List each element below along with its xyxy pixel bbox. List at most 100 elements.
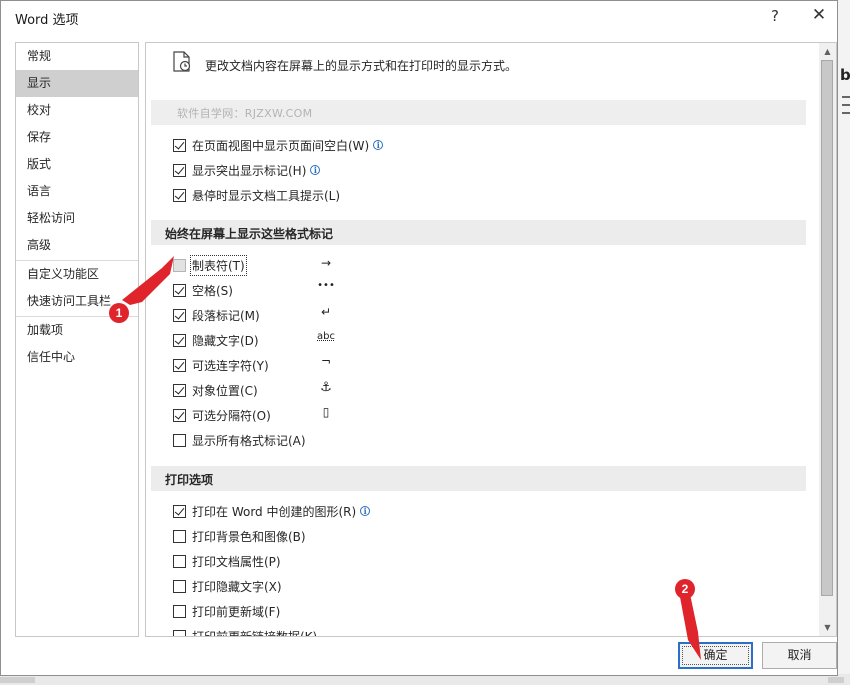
checkbox[interactable] xyxy=(173,188,186,202)
optional-break-icon: ▯ xyxy=(322,405,330,419)
option-label: 打印文档属性(P) xyxy=(192,554,281,569)
mark-optional-hyphens[interactable]: 可选连字符(Y) xyxy=(173,355,269,375)
background-dash xyxy=(842,104,850,106)
mark-optional-breaks[interactable]: 可选分隔符(O) xyxy=(173,405,271,425)
background-segment xyxy=(828,677,844,683)
scroll-down-icon[interactable]: ▼ xyxy=(819,619,836,636)
section-print-options: 打印选项 xyxy=(151,466,806,491)
nav-item-customize-ribbon[interactable]: 自定义功能区 xyxy=(16,261,138,288)
checkbox[interactable] xyxy=(173,629,186,636)
section-format-marks: 始终在屏幕上显示这些格式标记 xyxy=(151,220,806,245)
option-label: 可选分隔符(O) xyxy=(192,408,271,423)
option-label: 隐藏文字(D) xyxy=(192,333,259,348)
checkbox[interactable] xyxy=(173,258,186,272)
checkbox[interactable] xyxy=(173,358,186,372)
watermark-bar: 软件自学网：RJZXW.COM xyxy=(151,100,806,125)
section-heading: 始终在屏幕上显示这些格式标记 xyxy=(165,227,334,241)
title-bar: Word 选项 ? ✕ xyxy=(1,1,837,33)
option-label: 对象位置(C) xyxy=(192,383,258,398)
option-label: 打印隐藏文字(X) xyxy=(192,579,282,594)
hidden-text-icon: abc xyxy=(317,331,335,342)
annotation-badge-1: 1 xyxy=(109,303,129,323)
checkbox[interactable] xyxy=(173,433,186,447)
background-window-right: b xyxy=(838,0,850,685)
nav-item-advanced[interactable]: 高级 xyxy=(16,232,138,259)
mark-paragraph[interactable]: 段落标记(M) xyxy=(173,305,260,325)
mark-hidden-text[interactable]: 隐藏文字(D) xyxy=(173,330,259,350)
checkbox[interactable] xyxy=(173,333,186,347)
optional-hyphen-icon: ¬ xyxy=(320,354,332,368)
option-label: 可选连字符(Y) xyxy=(192,358,269,373)
checkbox[interactable] xyxy=(173,163,186,177)
checkbox[interactable] xyxy=(173,554,186,568)
option-label: 显示所有格式标记(A) xyxy=(192,433,306,448)
print-update-fields[interactable]: 打印前更新域(F) xyxy=(173,601,280,621)
tab-arrow-icon: → xyxy=(320,256,332,270)
close-button[interactable]: ✕ xyxy=(809,5,829,27)
space-dots-icon: ••• xyxy=(317,280,335,291)
print-drawings[interactable]: 打印在 Word 中创建的图形(R) i xyxy=(173,501,371,521)
info-icon: i xyxy=(373,140,384,150)
display-doc-icon xyxy=(173,51,191,72)
print-update-links[interactable]: 打印前更新链接数据(K) xyxy=(173,626,318,637)
anchor-icon: ⚓ xyxy=(320,380,332,395)
checkbox[interactable] xyxy=(173,283,186,297)
mark-tab-characters[interactable]: 制表符(T) xyxy=(173,254,247,276)
checkbox[interactable] xyxy=(173,408,186,422)
option-label: 在页面视图中显示页面间空白(W) xyxy=(192,138,370,153)
background-dash xyxy=(842,96,850,98)
scroll-thumb[interactable] xyxy=(821,60,833,596)
paragraph-mark-icon: ↵ xyxy=(320,305,332,319)
option-show-tooltips[interactable]: 悬停时显示文档工具提示(L) xyxy=(173,185,340,205)
checkbox[interactable] xyxy=(173,138,186,152)
nav-item-accessibility[interactable]: 轻松访问 xyxy=(16,205,138,232)
nav-item-proofing[interactable]: 校对 xyxy=(16,97,138,124)
cancel-button[interactable]: 取消 xyxy=(762,642,837,669)
option-label: 悬停时显示文档工具提示(L) xyxy=(192,188,341,203)
background-dash xyxy=(842,112,850,114)
option-label: 制表符(T) xyxy=(190,254,247,276)
nav-item-language[interactable]: 语言 xyxy=(16,178,138,205)
watermark-text: 软件自学网：RJZXW.COM xyxy=(177,107,313,120)
background-text: b xyxy=(840,66,850,84)
print-background[interactable]: 打印背景色和图像(B) xyxy=(173,526,306,546)
focus-ring xyxy=(681,645,750,666)
options-nav: 常规 显示 校对 保存 版式 语言 轻松访问 高级 自定义功能区 快速访问工具栏… xyxy=(15,42,139,637)
option-show-highlighter[interactable]: 显示突出显示标记(H) i xyxy=(173,160,321,180)
mark-spaces[interactable]: 空格(S) xyxy=(173,280,233,300)
checkbox[interactable] xyxy=(173,504,186,518)
option-label: 显示突出显示标记(H) xyxy=(192,163,307,178)
nav-item-trust-center[interactable]: 信任中心 xyxy=(16,344,138,371)
checkbox[interactable] xyxy=(173,308,186,322)
vertical-scrollbar[interactable]: ▲ ▼ xyxy=(819,43,836,636)
nav-item-save[interactable]: 保存 xyxy=(16,124,138,151)
option-label: 段落标记(M) xyxy=(192,308,260,323)
help-button[interactable]: ? xyxy=(767,7,783,27)
dialog-title: Word 选项 xyxy=(15,13,79,28)
scroll-up-icon[interactable]: ▲ xyxy=(819,43,836,60)
mark-object-anchors[interactable]: 对象位置(C) xyxy=(173,380,258,400)
checkbox[interactable] xyxy=(173,383,186,397)
option-show-whitespace[interactable]: 在页面视图中显示页面间空白(W) i xyxy=(173,135,384,155)
option-label: 打印前更新域(F) xyxy=(192,604,281,619)
option-label: 空格(S) xyxy=(192,283,233,298)
cancel-button-label: 取消 xyxy=(787,648,812,662)
mark-show-all[interactable]: 显示所有格式标记(A) xyxy=(173,430,306,450)
section-heading: 打印选项 xyxy=(165,473,214,487)
info-icon: i xyxy=(360,506,371,516)
info-icon: i xyxy=(310,165,321,175)
print-hidden-text[interactable]: 打印隐藏文字(X) xyxy=(173,576,282,596)
checkbox[interactable] xyxy=(173,579,186,593)
nav-item-general[interactable]: 常规 xyxy=(16,43,138,70)
option-label: 打印在 Word 中创建的图形(R) xyxy=(192,504,357,519)
nav-item-display[interactable]: 显示 xyxy=(16,70,138,97)
ok-button[interactable]: 确定 xyxy=(678,642,753,669)
checkbox[interactable] xyxy=(173,529,186,543)
print-doc-properties[interactable]: 打印文档属性(P) xyxy=(173,551,281,571)
checkbox[interactable] xyxy=(173,604,186,618)
display-options-panel: 更改文档内容在屏幕上的显示方式和在打印时的显示方式。 软件自学网：RJZXW.C… xyxy=(145,42,837,637)
nav-item-layout[interactable]: 版式 xyxy=(16,151,138,178)
display-intro-text: 更改文档内容在屏幕上的显示方式和在打印时的显示方式。 xyxy=(205,59,518,73)
option-label: 打印前更新链接数据(K) xyxy=(192,629,318,637)
option-label: 打印背景色和图像(B) xyxy=(192,529,306,544)
